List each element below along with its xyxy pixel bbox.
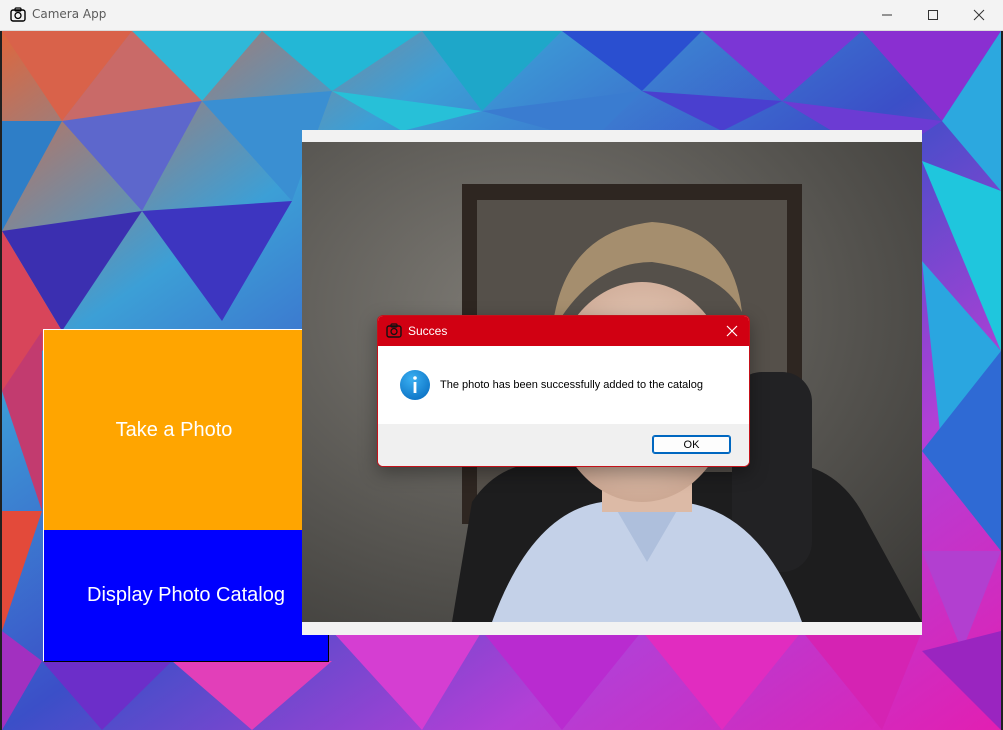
dialog-titlebar: Succes	[378, 316, 749, 346]
minimize-button[interactable]	[864, 0, 910, 30]
dialog-close-button[interactable]	[719, 318, 745, 344]
minimize-icon	[882, 14, 892, 16]
maximize-icon	[928, 10, 938, 20]
dialog-message: The photo has been successfully added to…	[440, 379, 703, 391]
ok-button[interactable]: OK	[652, 435, 731, 454]
close-window-button[interactable]	[956, 0, 1002, 30]
camera-app-icon	[386, 323, 402, 338]
window-titlebar: Camera App	[0, 0, 1003, 31]
close-icon	[973, 9, 985, 21]
dialog-title: Succes	[408, 324, 448, 338]
take-photo-button[interactable]: Take a Photo	[43, 329, 305, 531]
dialog-footer: OK	[378, 424, 749, 466]
info-icon	[400, 370, 430, 400]
camera-app-icon	[10, 7, 26, 22]
take-photo-label: Take a Photo	[115, 419, 233, 441]
display-catalog-label: Display Photo Catalog	[87, 584, 285, 606]
display-photo-catalog-button[interactable]: Display Photo Catalog	[43, 530, 329, 662]
dialog-body: The photo has been successfully added to…	[378, 346, 749, 424]
maximize-button[interactable]	[910, 0, 956, 30]
window-title: Camera App	[32, 7, 107, 21]
success-dialog: Succes The photo has been successfully a…	[377, 315, 750, 467]
close-icon	[726, 325, 738, 337]
